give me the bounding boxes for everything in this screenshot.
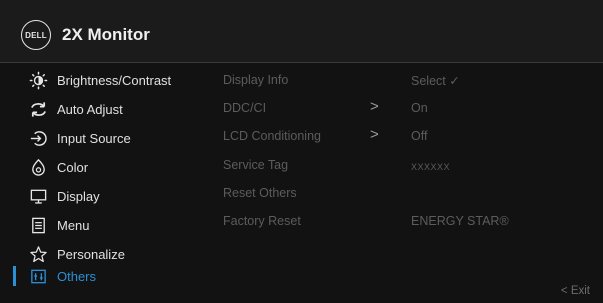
submenu-factory-reset[interactable]: Factory Reset bbox=[223, 214, 301, 228]
input-source-icon bbox=[29, 129, 48, 148]
exit-button[interactable]: < Exit bbox=[561, 285, 590, 297]
value-energy-star: ENERGY STAR® bbox=[411, 214, 509, 228]
menu-item-auto-adjust[interactable]: Auto Adjust bbox=[0, 96, 205, 122]
menu-item-brightness-contrast[interactable]: Brightness/Contrast bbox=[0, 67, 205, 93]
value-service-tag: XXXXXX bbox=[411, 162, 451, 172]
chevron-right-icon: > bbox=[370, 98, 379, 115]
menu-item-display[interactable]: Display bbox=[0, 183, 205, 209]
menu-icon bbox=[29, 216, 48, 235]
menu-item-input-source[interactable]: Input Source bbox=[0, 125, 205, 151]
menu-item-label: Brightness/Contrast bbox=[57, 72, 172, 88]
dell-logo: DELL bbox=[21, 20, 51, 50]
menu-item-label: Others bbox=[57, 268, 97, 284]
monitor-osd: DELL 2X Monitor Brightness/Contrast Auto… bbox=[0, 0, 603, 303]
menu-item-others[interactable]: Others bbox=[0, 263, 205, 289]
menu-item-label: Auto Adjust bbox=[57, 101, 123, 117]
menu-item-label: Menu bbox=[57, 217, 90, 233]
menu-item-label: Personalize bbox=[57, 246, 125, 262]
osd-header: DELL 2X Monitor bbox=[0, 0, 603, 63]
auto-adjust-icon bbox=[29, 100, 48, 119]
chevron-right-icon: > bbox=[370, 126, 379, 143]
submenu-display-info[interactable]: Display Info bbox=[223, 73, 288, 87]
page-title: 2X Monitor bbox=[62, 25, 150, 44]
value-display-info: Select ✓ bbox=[411, 74, 460, 88]
submenu-service-tag: Service Tag bbox=[223, 158, 289, 172]
main-menu: Brightness/Contrast Auto Adjust Input So… bbox=[0, 62, 210, 303]
submenu-lcd-conditioning[interactable]: LCD Conditioning bbox=[223, 129, 321, 143]
submenu-reset-others[interactable]: Reset Others bbox=[223, 186, 297, 200]
value-lcd-conditioning: Off bbox=[411, 129, 428, 143]
menu-item-menu[interactable]: Menu bbox=[0, 212, 205, 238]
menu-item-label: Color bbox=[57, 159, 89, 175]
color-icon bbox=[29, 158, 48, 177]
menu-item-label: Input Source bbox=[57, 130, 131, 146]
display-icon bbox=[29, 187, 48, 206]
submenu-ddc-ci[interactable]: DDC/CI bbox=[223, 101, 266, 115]
brightness-icon bbox=[29, 71, 48, 90]
value-ddc-ci: On bbox=[411, 101, 428, 115]
menu-item-label: Display bbox=[57, 188, 100, 204]
others-icon bbox=[29, 267, 48, 286]
menu-item-color[interactable]: Color bbox=[0, 154, 205, 180]
star-icon bbox=[29, 245, 48, 264]
